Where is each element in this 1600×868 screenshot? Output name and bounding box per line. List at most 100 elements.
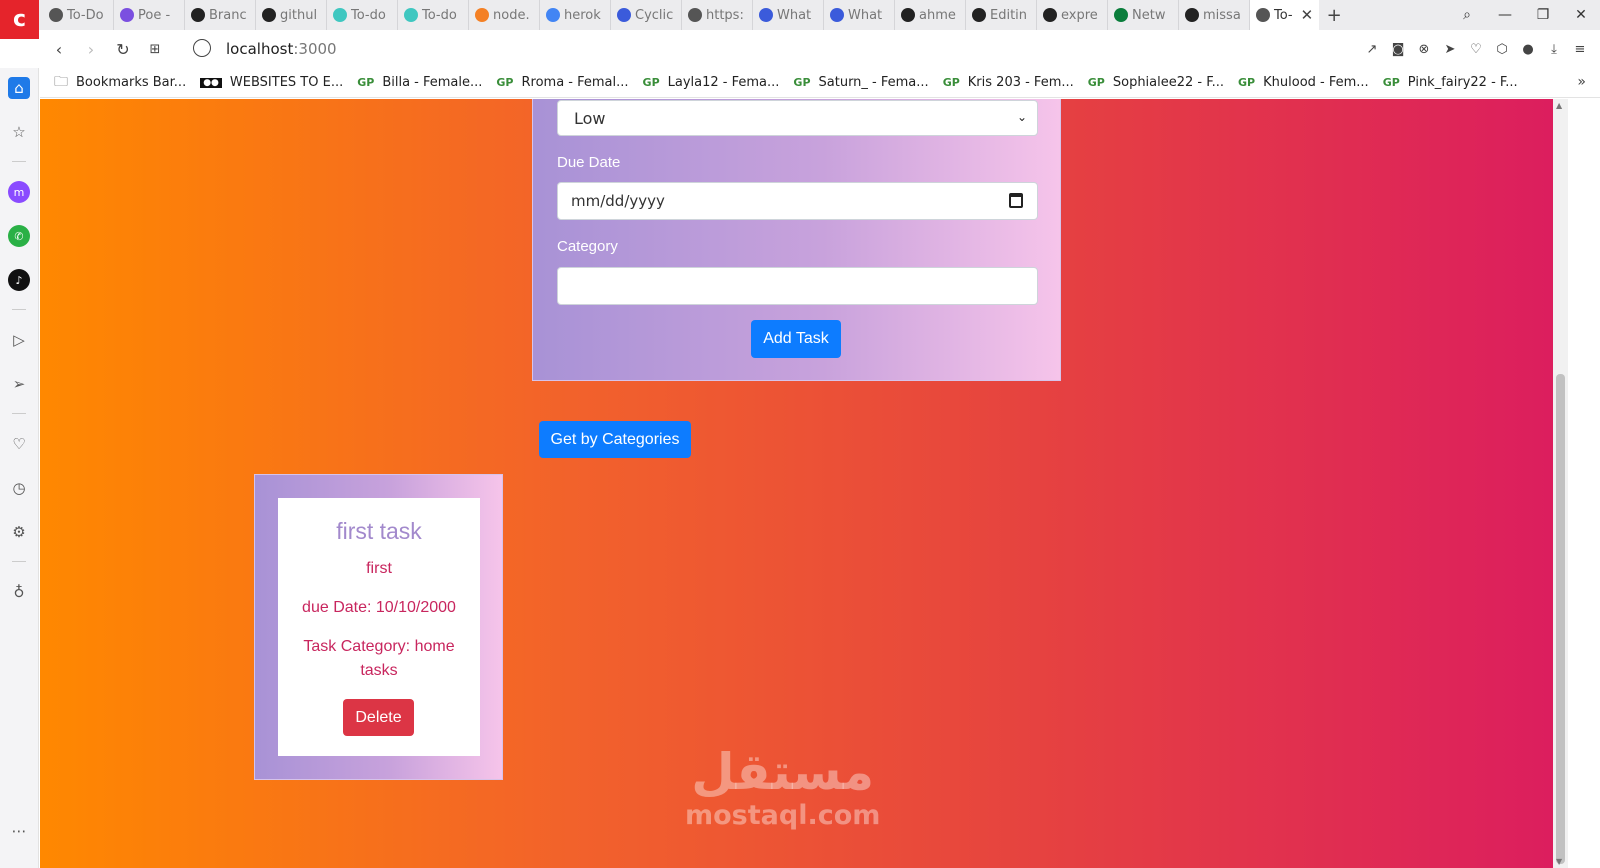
browser-tab[interactable]: Poe - — [114, 0, 185, 30]
tab-label: To-do — [351, 7, 386, 23]
priority-select[interactable]: Low ⌄ — [557, 100, 1038, 136]
browser-tab[interactable]: To-do — [398, 0, 469, 30]
browser-tab[interactable]: missa — [1179, 0, 1250, 30]
browser-tab[interactable]: Netw — [1108, 0, 1179, 30]
gp-icon: GP — [642, 76, 660, 89]
sidebar-divider — [12, 413, 26, 414]
globe-icon[interactable] — [193, 39, 211, 57]
bookmark-label: WEBSITES TO E... — [229, 75, 344, 90]
address-toolbar: ‹ › ↻ ⊞ localhost:3000 ↗ ◙ ⊗ ➤ ♡ ⬡ ● ⤓ ≡ — [40, 30, 1600, 68]
sidebar-divider — [12, 309, 26, 310]
browser-tab[interactable]: To-Do — [43, 0, 114, 30]
new-tab-icon[interactable]: + — [1319, 0, 1349, 30]
tab-label: node. — [493, 7, 530, 23]
settings-icon[interactable]: ⚙ — [8, 521, 30, 543]
close-window-icon[interactable]: ✕ — [1562, 0, 1600, 30]
bookmark-item[interactable]: GP Kris 203 - Fem... — [943, 75, 1074, 90]
restore-icon[interactable]: ❐ — [1524, 0, 1562, 30]
home-icon[interactable]: ⌂ — [8, 77, 30, 99]
tips-icon[interactable]: ♁ — [8, 581, 30, 603]
send-icon[interactable]: ➤ — [1440, 38, 1460, 60]
browser-logo[interactable]: c — [0, 0, 39, 39]
menu-icon[interactable]: ≡ — [1570, 38, 1590, 60]
browser-tab[interactable]: https: — [682, 0, 753, 30]
scroll-up-icon[interactable]: ▲ — [1556, 101, 1562, 110]
flow-icon[interactable]: ➢ — [8, 373, 30, 395]
due-date-field[interactable]: mm/dd/yyyy — [557, 182, 1038, 220]
back-icon[interactable]: ‹ — [48, 38, 70, 60]
more-icon[interactable]: ⋯ — [8, 820, 30, 842]
due-date-placeholder: mm/dd/yyyy — [571, 192, 665, 210]
tab-strip: To-Do Poe - Branc githul To-do To-do node. hero… — [0, 0, 1600, 30]
tiktok-icon[interactable]: ♪ — [8, 269, 30, 291]
download-icon[interactable]: ⤓ — [1544, 38, 1564, 60]
bookmarks-overflow-icon[interactable]: » — [1577, 74, 1586, 90]
whatsapp-icon[interactable]: ✆ — [8, 225, 30, 247]
browser-tab[interactable]: node. — [469, 0, 540, 30]
address-bar[interactable]: localhost:3000 — [226, 40, 337, 58]
speed-dial-icon[interactable]: ⊞ — [144, 38, 166, 60]
get-by-categories-button[interactable]: Get by Categories — [539, 421, 691, 458]
tab-favicon-icon — [972, 8, 986, 22]
url-port: :3000 — [293, 40, 337, 58]
reload-icon[interactable]: ↻ — [112, 38, 134, 60]
browser-tab[interactable]: To-do — [327, 0, 398, 30]
messenger-icon[interactable]: m — [8, 181, 30, 203]
search-tabs-icon[interactable]: ⌕ — [1448, 0, 1486, 30]
scrollbar-thumb[interactable] — [1556, 374, 1565, 864]
share-icon[interactable]: ↗ — [1362, 38, 1382, 60]
history-icon[interactable]: ◷ — [8, 477, 30, 499]
browser-tab[interactable]: What — [753, 0, 824, 30]
player-icon[interactable]: ▷ — [8, 329, 30, 351]
task-due-date: due Date: 10/10/2000 — [302, 599, 456, 616]
browser-tab-active[interactable]: To- ✕ — [1250, 0, 1320, 30]
close-tab-icon[interactable]: ✕ — [1301, 6, 1314, 24]
browser-tab[interactable]: Branc — [185, 0, 256, 30]
browser-tab[interactable]: What — [824, 0, 895, 30]
cube-icon[interactable]: ⬡ — [1492, 38, 1512, 60]
bookmark-item[interactable]: GP Rroma - Femal... — [496, 75, 628, 90]
tab-label: expre — [1061, 7, 1098, 23]
tab-label: To-Do — [67, 7, 104, 23]
adblock-icon[interactable]: ⊗ — [1414, 38, 1434, 60]
tab-label: ahme — [919, 7, 956, 23]
camera-icon[interactable]: ◙ — [1388, 38, 1408, 60]
bookmark-item[interactable]: GP Billa - Female... — [357, 75, 482, 90]
bookmark-item[interactable]: GP Sophialee22 - F... — [1088, 75, 1224, 90]
profile-icon[interactable]: ● — [1518, 38, 1538, 60]
page-scrollbar[interactable]: ▲ ▼ — [1553, 99, 1568, 868]
bookmark-item[interactable]: 🗀 Bookmarks Bar... — [54, 71, 186, 95]
task-category-line-2: tasks — [360, 662, 398, 679]
tab-favicon-icon — [688, 8, 702, 22]
bookmark-item[interactable]: GP Khulood - Fem... — [1238, 75, 1369, 90]
task-category-line-1: Task Category: home — [303, 638, 455, 655]
favorites-icon[interactable]: ♡ — [8, 433, 30, 455]
bookmark-label: Khulood - Fem... — [1263, 75, 1369, 90]
gp-icon: GP — [496, 76, 514, 89]
bookmark-label: Pink_fairy22 - F... — [1407, 75, 1518, 90]
heart-icon[interactable]: ♡ — [1466, 38, 1486, 60]
tab-label: https: — [706, 7, 744, 23]
browser-tab[interactable]: githul — [256, 0, 327, 30]
browser-tab[interactable]: expre — [1037, 0, 1108, 30]
bookmark-item[interactable]: GP Pink_fairy22 - F... — [1383, 75, 1518, 90]
add-task-button[interactable]: Add Task — [751, 320, 841, 358]
tab-favicon-icon — [1185, 8, 1199, 22]
browser-tab[interactable]: Cyclic — [611, 0, 682, 30]
minimize-icon[interactable]: — — [1486, 0, 1524, 30]
category-field[interactable] — [557, 267, 1038, 305]
bookmark-item[interactable]: ●● WEBSITES TO E... — [200, 75, 343, 90]
tab-favicon-icon — [191, 8, 205, 22]
star-icon[interactable]: ☆ — [8, 121, 30, 143]
tab-list: To-Do Poe - Branc githul To-do To-do node. hero… — [43, 0, 1349, 30]
forward-icon[interactable]: › — [80, 38, 102, 60]
calendar-icon[interactable] — [1009, 193, 1023, 208]
bookmark-item[interactable]: GP Layla12 - Fema... — [643, 75, 780, 90]
due-date-label: Due Date — [557, 154, 621, 171]
scroll-down-icon[interactable]: ▼ — [1556, 857, 1562, 866]
browser-tab[interactable]: herok — [540, 0, 611, 30]
browser-tab[interactable]: ahme — [895, 0, 966, 30]
delete-button[interactable]: Delete — [343, 699, 414, 736]
browser-tab[interactable]: Editin — [966, 0, 1037, 30]
bookmark-item[interactable]: GP Saturn_ - Fema... — [793, 75, 928, 90]
